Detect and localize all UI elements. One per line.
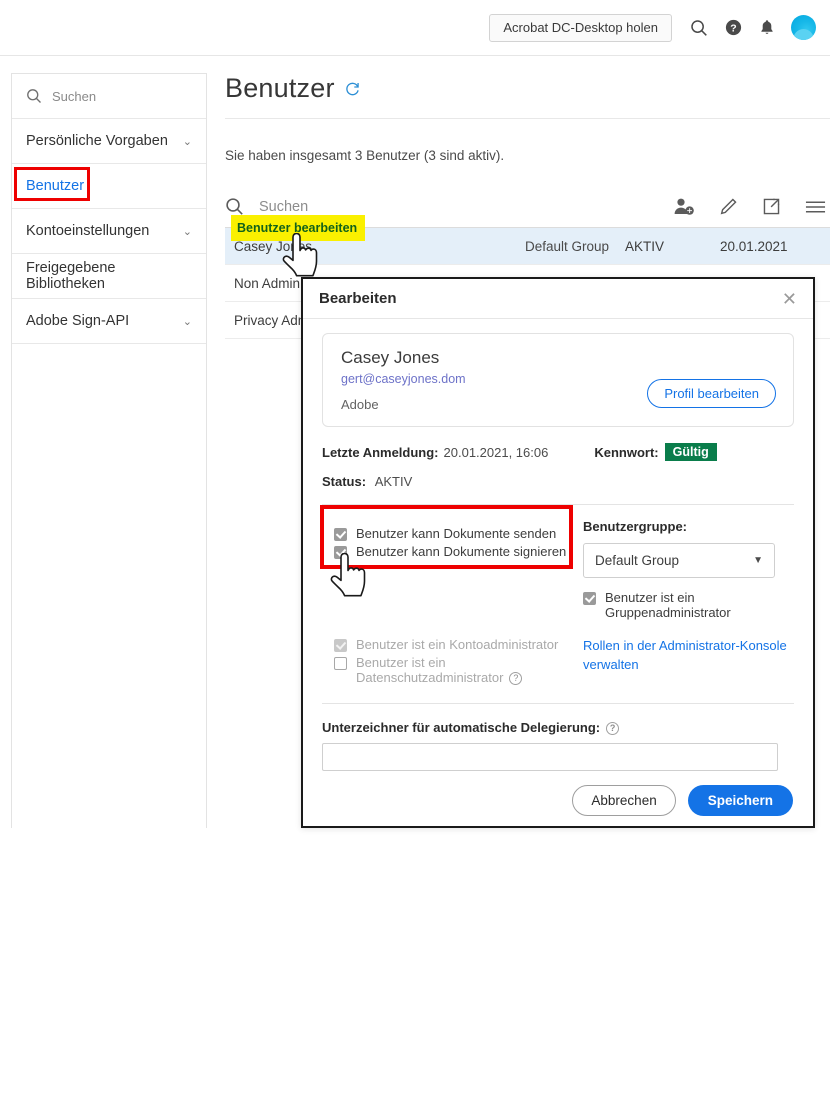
sidebar-item-freigegebene-bibliotheken[interactable]: Freigegebene Bibliotheken (12, 254, 206, 299)
sidebar-item-label: Persönliche Vorgaben (26, 133, 168, 149)
page-title: Benutzer (225, 72, 335, 103)
chevron-down-icon: ⌄ (182, 135, 192, 148)
cell-group: Default Group (525, 238, 610, 254)
divider (322, 504, 794, 505)
checkbox-row-privacy-admin: Benutzer ist ein Datenschutzadministrato… (334, 655, 575, 685)
cell-status: AKTIV (625, 238, 665, 254)
sidebar-item-adobe-sign-api[interactable]: Adobe Sign-API ⌄ (12, 299, 206, 344)
sidebar-item-label: Kontoeinstellungen (26, 223, 150, 239)
profile-organization: Adobe (341, 397, 379, 412)
dialog-header: Bearbeiten ✕ (303, 279, 813, 319)
sidebar: Suchen Persönliche Vorgaben ⌄ Benutzer K… (11, 73, 207, 828)
checkbox-sign-icon[interactable] (334, 546, 347, 559)
last-login-label: Letzte Anmeldung: (322, 444, 439, 460)
save-button[interactable]: Speichern (687, 784, 793, 816)
help-icon[interactable]: ? (716, 11, 750, 45)
manage-roles-link[interactable]: Rollen in der Administrator-Konsole verw… (583, 638, 787, 672)
delegation-label-text: Unterzeichner für automatische Delegieru… (322, 720, 601, 735)
cell-date: 20.01.2021 (720, 238, 788, 254)
profile-email[interactable]: gert@caseyjones.dom (341, 372, 466, 386)
status-row: Status: AKTIV (322, 474, 794, 489)
search-icon[interactable] (682, 11, 716, 45)
password-status-badge: Gültig (664, 443, 717, 461)
checkbox-group-admin-label: Benutzer ist ein Gruppenadministrator (605, 590, 731, 620)
user-group-select[interactable]: Default Group ▼ (583, 543, 775, 578)
user-group-label: Benutzergruppe: (583, 519, 687, 534)
export-icon[interactable] (762, 197, 781, 216)
top-bar: Acrobat DC-Desktop holen ? (0, 0, 830, 56)
edit-profile-button[interactable]: Profil bearbeiten (647, 379, 776, 408)
checkbox-account-admin-label: Benutzer ist ein Kontoadministrator (356, 637, 559, 652)
edit-user-icon[interactable] (719, 197, 738, 216)
chevron-down-icon: ⌄ (182, 315, 192, 328)
status-value: AKTIV (374, 474, 413, 489)
dialog-footer: Abbrechen Speichern (303, 774, 813, 826)
last-login-value: 20.01.2021, 16:06 (443, 444, 549, 460)
profile-name: Casey Jones (341, 348, 440, 367)
edit-user-dialog: Bearbeiten ✕ Casey Jones gert@caseyjones… (301, 277, 815, 828)
user-count-text: Sie haben insgesamt 3 Benutzer (3 sind a… (225, 148, 505, 163)
admin-roles-grid: Benutzer ist ein Kontoadministrator Benu… (322, 637, 794, 688)
permissions-column: Benutzer kann Dokumente senden Benutzer … (322, 519, 575, 623)
checkbox-row-sign[interactable]: Benutzer kann Dokumente signieren (334, 544, 575, 559)
permissions-grid: Benutzer kann Dokumente senden Benutzer … (322, 519, 794, 623)
toolbar-actions (673, 197, 830, 216)
sidebar-item-label: Benutzer (26, 178, 85, 194)
header-divider (225, 118, 830, 119)
checkbox-row-group-admin[interactable]: Benutzer ist ein Gruppenadministrator (583, 590, 793, 620)
user-group-value: Default Group (595, 553, 680, 568)
checkbox-send-icon[interactable] (334, 528, 347, 541)
checkbox-row-send[interactable]: Benutzer kann Dokumente senden (334, 526, 575, 541)
svg-text:?: ? (730, 22, 736, 34)
tooltip-benutzer-bearbeiten: Benutzer bearbeiten (231, 215, 365, 241)
meta-row: Letzte Anmeldung: 20.01.2021, 16:06 Kenn… (322, 443, 794, 461)
password-label: Kennwort: (594, 444, 659, 460)
chevron-down-icon: ▼ (753, 555, 763, 566)
sidebar-item-label: Freigegebene Bibliotheken (26, 260, 116, 292)
avatar[interactable] (791, 15, 816, 40)
help-icon[interactable]: ? (606, 721, 620, 735)
close-icon[interactable]: ✕ (782, 290, 797, 308)
sidebar-search-placeholder: Suchen (52, 88, 97, 104)
checkbox-row-account-admin: Benutzer ist ein Kontoadministrator (334, 637, 575, 652)
checkbox-account-admin-icon (334, 639, 347, 652)
checkbox-privacy-admin-icon (334, 657, 347, 670)
divider (322, 703, 794, 704)
refresh-icon[interactable] (344, 80, 361, 97)
sidebar-empty-space (12, 344, 206, 1098)
list-search-input[interactable]: Suchen (259, 199, 308, 215)
checkbox-sign-label: Benutzer kann Dokumente signieren (356, 544, 567, 559)
privacy-admin-text: Benutzer ist ein Datenschutzadministrato… (356, 655, 504, 685)
sidebar-item-benutzer[interactable]: Benutzer (12, 164, 206, 209)
admin-roles-column: Benutzer ist ein Kontoadministrator Benu… (322, 637, 575, 688)
chevron-down-icon: ⌄ (182, 225, 192, 238)
cancel-button[interactable]: Abbrechen (572, 784, 676, 816)
bell-icon[interactable] (750, 11, 784, 45)
add-user-icon[interactable] (673, 197, 695, 216)
menu-icon[interactable] (805, 199, 826, 215)
dialog-title: Bearbeiten (319, 290, 397, 307)
delegation-label: Unterzeichner für automatische Delegieru… (322, 720, 794, 735)
help-icon[interactable]: ? (509, 671, 523, 685)
dialog-body: Casey Jones gert@caseyjones.dom Adobe Pr… (303, 319, 813, 771)
sidebar-item-label: Adobe Sign-API (26, 313, 130, 329)
status-label: Status: (322, 474, 367, 489)
sidebar-item-persoenliche-vorgaben[interactable]: Persönliche Vorgaben ⌄ (12, 119, 206, 164)
delegation-input[interactable] (322, 743, 778, 771)
sidebar-item-kontoeinstellungen[interactable]: Kontoeinstellungen ⌄ (12, 209, 206, 254)
page-header: Benutzer (225, 62, 830, 114)
search-icon[interactable] (225, 197, 244, 216)
sidebar-search-input[interactable]: Suchen (12, 74, 206, 119)
group-column: Benutzergruppe: Default Group ▼ Benutzer… (583, 519, 793, 623)
checkbox-privacy-admin-label: Benutzer ist ein Datenschutzadministrato… (356, 655, 575, 685)
roles-link-column: Rollen in der Administrator-Konsole verw… (583, 637, 793, 688)
checkbox-send-label: Benutzer kann Dokumente senden (356, 526, 557, 541)
password-block: Kennwort: Gültig (594, 443, 717, 461)
get-acrobat-desktop-button[interactable]: Acrobat DC-Desktop holen (489, 13, 672, 42)
profile-card: Casey Jones gert@caseyjones.dom Adobe Pr… (322, 333, 794, 427)
checkbox-group-admin-icon[interactable] (583, 592, 596, 605)
